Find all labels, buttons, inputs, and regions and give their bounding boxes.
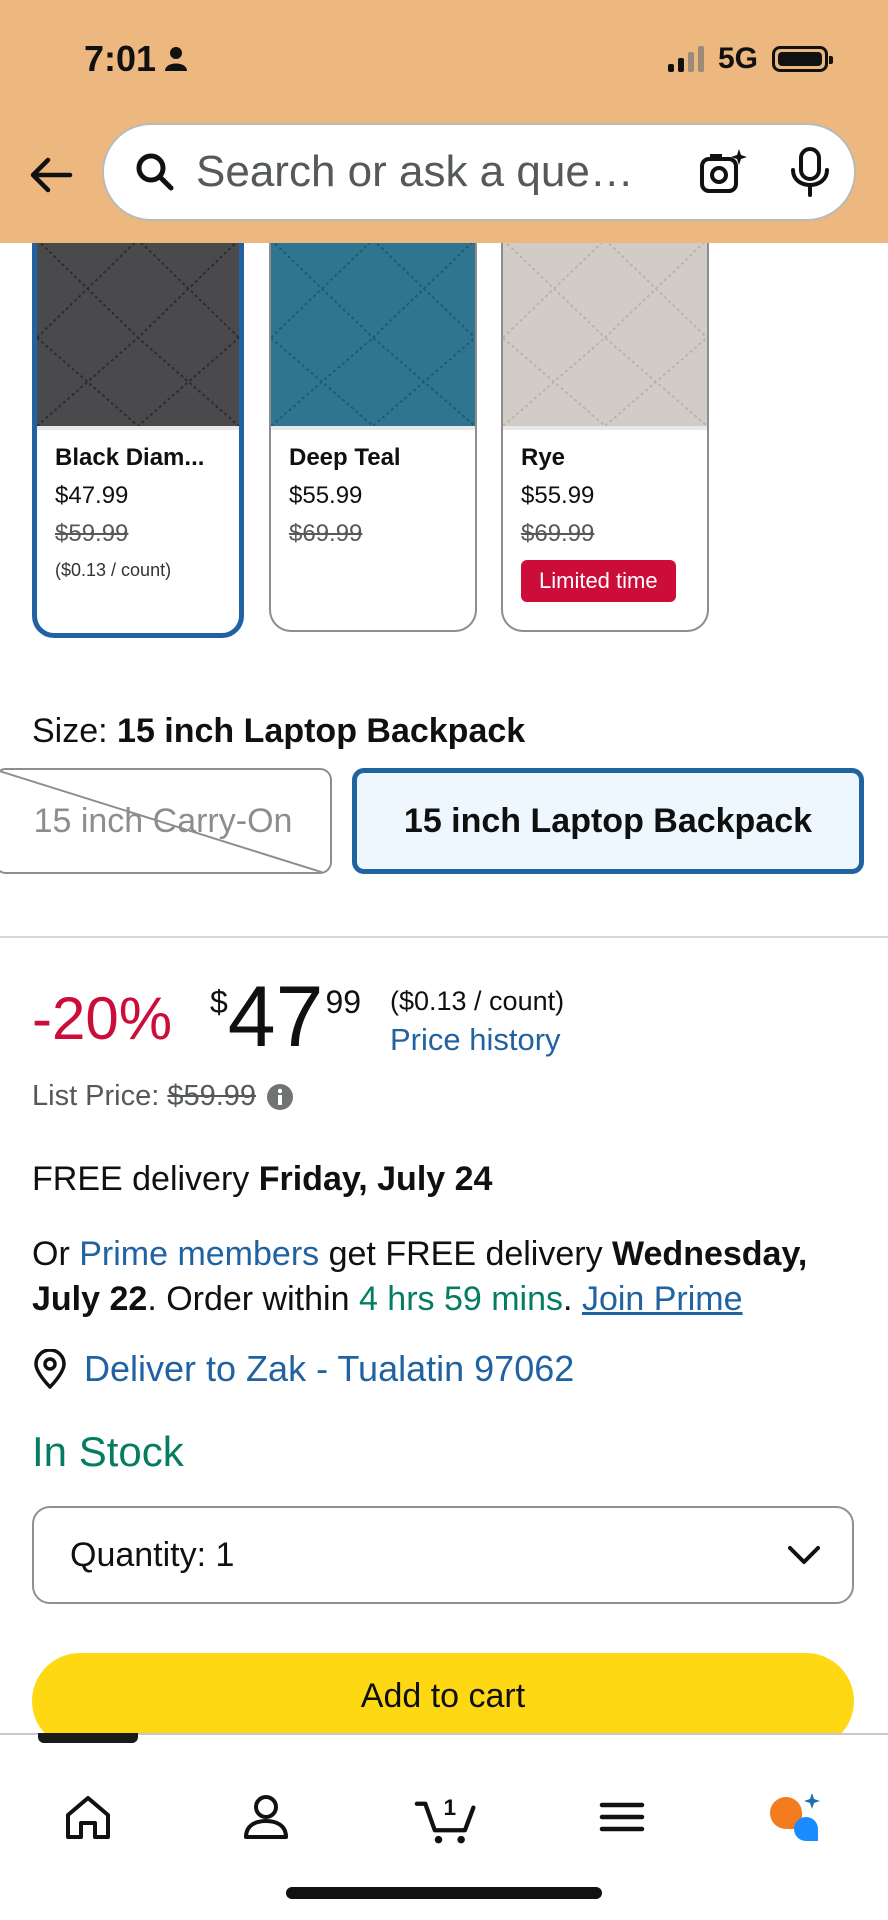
list-price-label: List Price: [32, 1080, 160, 1112]
swatch-list-price: $69.99 [521, 520, 595, 547]
size-label-prefix: Size: [32, 712, 118, 750]
cart-count: 1 [444, 1795, 457, 1820]
clock: 7:01 [84, 38, 157, 79]
swatch-deep-teal[interactable]: Deep Teal $55.99 $69.99 [269, 220, 477, 632]
info-icon[interactable] [266, 1083, 294, 1111]
unavailable-strike [0, 770, 325, 872]
list-price-value: $59.99 [167, 1080, 257, 1112]
swatch-list-price: $59.99 [55, 520, 129, 547]
price-symbol: $ [210, 984, 228, 1020]
price-fraction: 99 [325, 984, 362, 1020]
swatch-image [37, 220, 239, 430]
swatch-name: Deep Teal [289, 444, 401, 471]
section-divider [0, 936, 888, 938]
size-label: Size: 15 inch Laptop Backpack [32, 712, 525, 751]
size-option-laptop-backpack[interactable]: 15 inch Laptop Backpack [352, 768, 864, 874]
active-tab-indicator [38, 1733, 138, 1743]
discount-percent: -20% [32, 985, 173, 1052]
prime-delivery-info: Or Prime members get FREE delivery Wedne… [32, 1232, 862, 1322]
swatch-price: $55.99 [289, 482, 363, 509]
chevron-down-icon [788, 1546, 820, 1564]
stock-status: In Stock [32, 1428, 184, 1475]
swatch-name: Rye [521, 444, 566, 471]
nav-menu[interactable] [590, 1785, 654, 1849]
nav-home[interactable] [56, 1785, 120, 1849]
order-within-text: . Order within [147, 1280, 359, 1318]
list-price: List Price: $59.99 [32, 1080, 294, 1113]
search-input[interactable]: Search or ask a que… [196, 147, 688, 197]
size-option-label: 15 inch Laptop Backpack [403, 801, 813, 840]
swatch-unit-price: ($0.13 / count) [55, 560, 172, 580]
quantity-value: 1 [215, 1535, 235, 1574]
swatch-price: $55.99 [521, 482, 595, 509]
home-indicator [286, 1887, 602, 1899]
unit-price: ($0.13 / count) [390, 986, 565, 1016]
prime-get-text: get FREE delivery [319, 1235, 613, 1273]
nav-account[interactable] [234, 1785, 298, 1849]
swatch-image [271, 220, 475, 430]
deliver-to-text[interactable]: Deliver to Zak - Tualatin 97062 [84, 1348, 574, 1390]
signal-icon [667, 46, 704, 72]
home-icon [66, 1796, 110, 1839]
location-pin-icon [34, 1349, 66, 1389]
search-bar[interactable]: Search or ask a que… [102, 123, 856, 221]
swatch-list-price: $69.99 [289, 520, 363, 547]
header: 7:01 5G Search or ask a que… [0, 0, 888, 243]
swatch-black-diamond[interactable]: Black Diam... $47.99 $59.99 ($0.13 / cou… [32, 220, 244, 638]
network-label: 5G [717, 42, 758, 75]
prime-period: . [563, 1280, 582, 1318]
quantity-select[interactable]: Quantity: 1 [32, 1506, 854, 1604]
battery-icon [772, 46, 833, 72]
delivery-prefix: FREE delivery [32, 1160, 259, 1198]
cart-icon: 1 [414, 1795, 476, 1844]
search-icon [136, 153, 174, 191]
delivery-date: Friday, July 24 [258, 1160, 493, 1198]
swatch-name: Black Diam... [55, 444, 205, 471]
price-history-link[interactable]: Price history [390, 1022, 561, 1058]
deliver-to-location[interactable]: Deliver to Zak - Tualatin 97062 [32, 1348, 574, 1390]
size-option-carry-on[interactable]: 15 inch Carry-On [0, 768, 332, 874]
quantity-label-text: Quantity: [70, 1535, 207, 1574]
price-whole: 47 [227, 969, 324, 1065]
join-prime-link[interactable]: Join Prime [582, 1280, 743, 1318]
person-icon [165, 47, 188, 71]
order-countdown: 4 hrs 59 mins [358, 1280, 564, 1318]
bottom-nav: 1 [0, 1733, 888, 1920]
size-selected-value: 15 inch Laptop Backpack [117, 712, 526, 750]
ai-assistant-icon [770, 1793, 820, 1841]
status-time: 7:01 [84, 38, 188, 80]
prime-members-link[interactable]: Prime members [79, 1235, 319, 1273]
quantity-label: Quantity: 1 [70, 1536, 786, 1575]
microphone-icon[interactable] [788, 146, 832, 198]
delivery-info: FREE delivery Friday, July 24 [32, 1160, 492, 1199]
nav-rufus[interactable] [762, 1785, 826, 1849]
limited-time-badge: Limited time [521, 560, 676, 602]
swatch-price: $47.99 [55, 482, 129, 509]
menu-icon [599, 1802, 645, 1832]
status-indicators: 5G [667, 42, 833, 76]
back-arrow-icon[interactable] [26, 150, 76, 200]
prime-or: Or [32, 1235, 80, 1273]
swatch-image [503, 220, 707, 430]
nav-cart[interactable]: 1 [412, 1785, 482, 1849]
swatch-rye[interactable]: Rye $55.99 $69.99 Limited time [501, 220, 709, 632]
person-icon [244, 1795, 288, 1839]
camera-search-icon[interactable] [698, 147, 748, 197]
price-display: $ 47 99 [210, 968, 361, 1060]
